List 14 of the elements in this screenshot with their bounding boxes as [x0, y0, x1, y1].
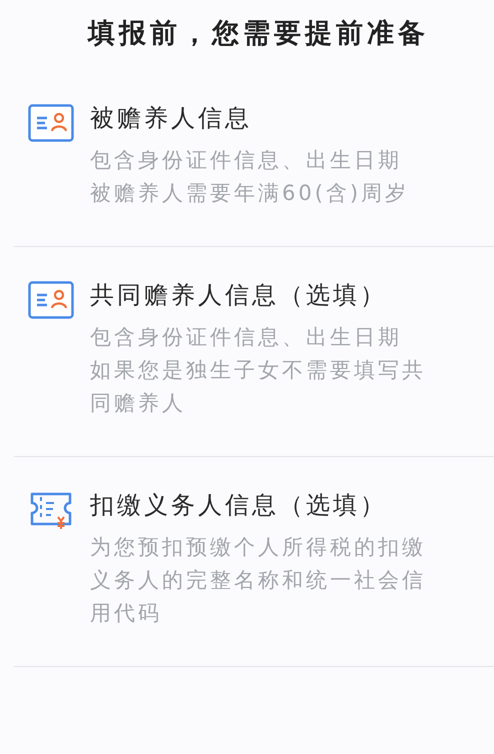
item-description: 同赡养人	[90, 390, 187, 417]
page-title: 填报前，您需要提前准备	[86, 17, 430, 51]
item-heading: 被赡养人信息	[90, 103, 253, 134]
item-description: 为您预扣预缴个人所得税的扣缴	[90, 534, 426, 561]
item-description: 包含身份证件信息、出生日期	[90, 147, 403, 174]
item-description: 如果您是独生子女不需要填写共	[90, 357, 426, 384]
id-card-icon	[28, 104, 74, 142]
item-description: 用代码	[90, 600, 163, 627]
id-card-icon	[28, 281, 74, 319]
item-description: 义务人的完整名称和统一社会信	[90, 567, 426, 594]
item-heading: 扣缴义务人信息（选填）	[90, 490, 388, 521]
item-heading: 共同赡养人信息（选填）	[90, 280, 388, 311]
item-description: 被赡养人需要年满60(含)周岁	[90, 180, 410, 207]
item-description: 包含身份证件信息、出生日期	[90, 324, 403, 351]
